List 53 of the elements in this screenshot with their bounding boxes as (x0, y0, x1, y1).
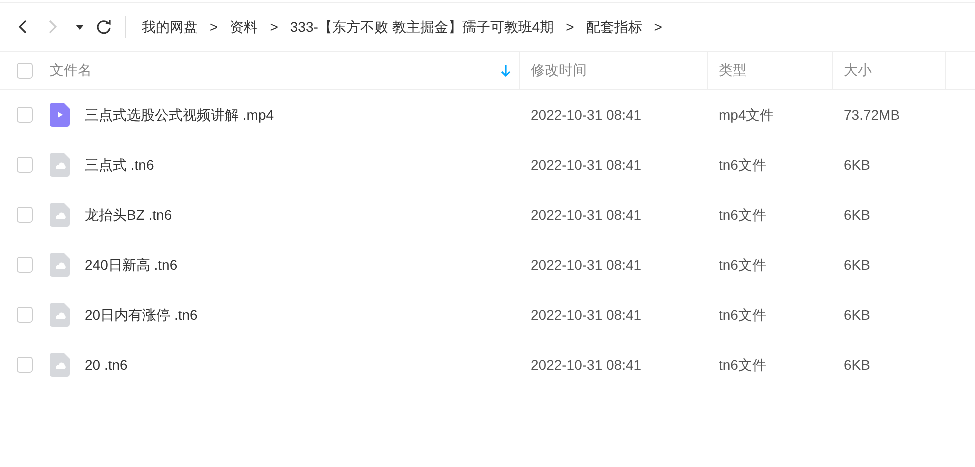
checkbox[interactable] (17, 257, 33, 273)
breadcrumb-separator: > (270, 18, 278, 36)
checkbox[interactable] (17, 107, 33, 123)
file-type: tn6文件 (719, 356, 766, 372)
video-file-icon (50, 103, 70, 127)
file-icon (50, 253, 70, 277)
file-size: 6KB (844, 306, 870, 322)
column-header[interactable]: 文件名 (50, 52, 520, 89)
checkbox[interactable] (17, 307, 33, 323)
file-size: 6KB (844, 206, 870, 222)
file-type: mp4文件 (719, 106, 774, 122)
file-name[interactable]: 20日内有涨停 .tn6 (85, 304, 198, 326)
file-type: tn6文件 (719, 306, 766, 322)
breadcrumb-link[interactable]: 资料 (230, 16, 258, 38)
column-header[interactable]: 大小 (833, 52, 946, 89)
file-name[interactable]: 龙抬头BZ .tn6 (85, 204, 172, 226)
checkbox[interactable] (17, 62, 33, 78)
dropdown-icon[interactable] (76, 24, 84, 30)
breadcrumb-link[interactable]: 配套指标 (586, 16, 642, 38)
modified-time: 2022-10-31 08:41 (531, 306, 642, 322)
file-name[interactable]: 三点式 .tn6 (85, 154, 154, 176)
file-icon (50, 153, 70, 177)
file-size: 6KB (844, 256, 870, 272)
refresh-icon[interactable] (96, 19, 112, 35)
breadcrumb-link[interactable]: 333-【东方不败 教主掘金】孺子可教班4期 (290, 16, 554, 38)
file-size: 6KB (844, 356, 870, 372)
modified-time: 2022-10-31 08:41 (531, 156, 642, 172)
breadcrumb-separator: > (566, 18, 574, 36)
checkbox[interactable] (17, 357, 33, 373)
file-icon (50, 303, 70, 327)
breadcrumb-link[interactable]: 我的网盘 (142, 16, 198, 38)
file-icon (50, 353, 70, 377)
modified-time: 2022-10-31 08:41 (531, 356, 642, 372)
file-type: tn6文件 (719, 256, 766, 272)
checkbox[interactable] (17, 157, 33, 173)
file-name[interactable]: 三点式选股公式视频讲解 .mp4 (85, 104, 274, 126)
column-header[interactable]: 类型 (708, 52, 833, 89)
file-name[interactable]: 20 .tn6 (85, 354, 128, 376)
file-type: tn6文件 (719, 206, 766, 222)
file-type: tn6文件 (719, 156, 766, 172)
breadcrumb-separator: > (654, 18, 662, 36)
file-size: 73.72MB (844, 106, 900, 122)
file-name[interactable]: 240日新高 .tn6 (85, 254, 178, 276)
modified-time: 2022-10-31 08:41 (531, 256, 642, 272)
breadcrumb-separator: > (210, 18, 218, 36)
file-icon (50, 203, 70, 227)
column-header[interactable]: 修改时间 (520, 52, 708, 89)
modified-time: 2022-10-31 08:41 (531, 106, 642, 122)
modified-time: 2022-10-31 08:41 (531, 206, 642, 222)
back-icon[interactable] (18, 19, 28, 35)
sort-down-icon[interactable] (501, 64, 511, 76)
checkbox[interactable] (17, 207, 33, 223)
file-size: 6KB (844, 156, 870, 172)
